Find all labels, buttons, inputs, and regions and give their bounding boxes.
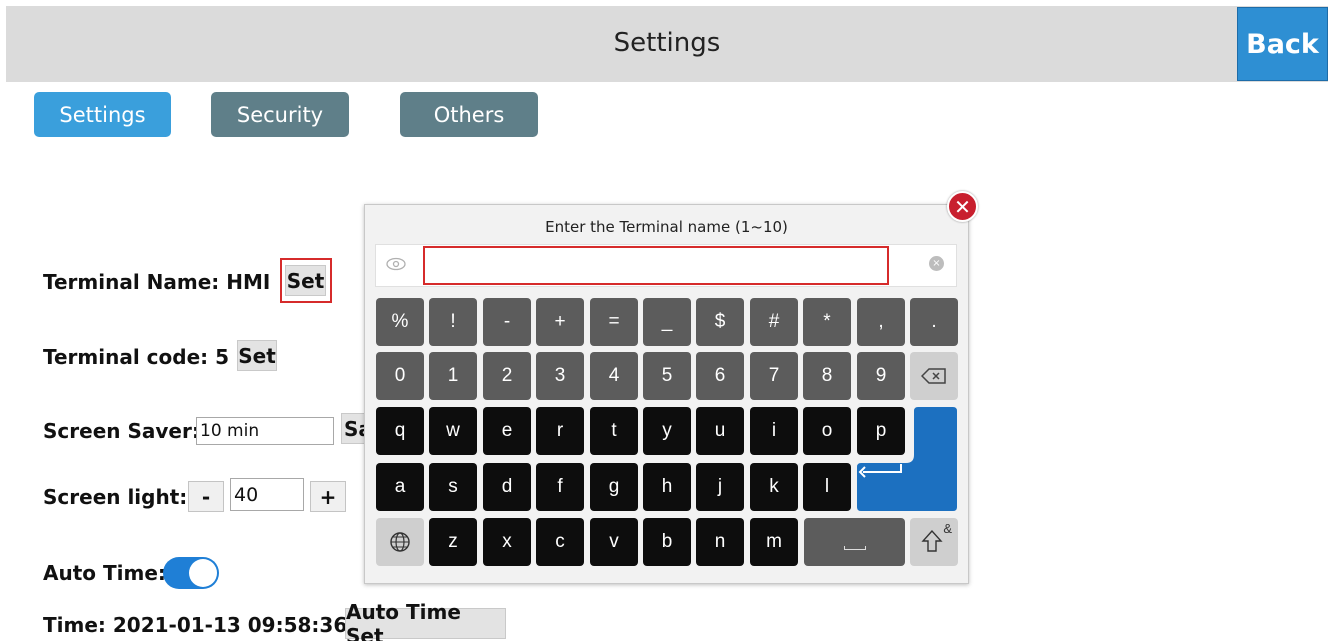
auto-time-toggle[interactable] (163, 557, 219, 589)
key[interactable]: a (376, 463, 424, 511)
space-icon (844, 546, 866, 550)
key[interactable]: w (429, 407, 477, 455)
terminal-code-label: Terminal code: 5 (43, 345, 230, 369)
key[interactable]: d (483, 463, 531, 511)
screen-saver-label: Screen Saver: (43, 419, 200, 443)
key[interactable]: z (429, 518, 477, 566)
key[interactable]: 6 (696, 352, 744, 400)
tab-others[interactable]: Others (400, 92, 538, 137)
key[interactable]: 9 (857, 352, 905, 400)
backspace-key[interactable] (910, 352, 958, 400)
key[interactable]: 7 (750, 352, 798, 400)
key[interactable]: t (590, 407, 638, 455)
clear-input-icon[interactable]: × (929, 256, 944, 271)
screen-light-increase-button[interactable]: + (310, 481, 346, 512)
key[interactable]: c (536, 518, 584, 566)
space-key[interactable] (804, 518, 905, 566)
close-icon[interactable]: ✕ (947, 191, 978, 222)
enter-icon (857, 463, 957, 511)
key[interactable]: + (536, 298, 584, 346)
back-button[interactable]: Back (1237, 7, 1328, 81)
key[interactable]: _ (643, 298, 691, 346)
settings-screen: Settings Back Settings Security Others T… (0, 0, 1333, 641)
key[interactable]: y (643, 407, 691, 455)
keyboard-prompt: Enter the Terminal name (1~10) (545, 218, 788, 236)
key[interactable]: q (376, 407, 424, 455)
time-label: Time: 2021-01-13 09:58:36 (43, 613, 348, 637)
key[interactable]: e (483, 407, 531, 455)
key[interactable]: % (376, 298, 424, 346)
key[interactable]: v (590, 518, 638, 566)
key[interactable]: j (696, 463, 744, 511)
key[interactable]: b (643, 518, 691, 566)
tab-security[interactable]: Security (211, 92, 349, 137)
key[interactable]: 0 (376, 352, 424, 400)
terminal-name-input[interactable] (423, 246, 889, 285)
auto-time-label: Auto Time: (43, 561, 166, 585)
shift-key[interactable]: & (910, 518, 958, 566)
tab-settings[interactable]: Settings (34, 92, 171, 137)
key[interactable]: 3 (536, 352, 584, 400)
key[interactable]: m (750, 518, 798, 566)
screen-saver-set-button[interactable]: Sa (341, 413, 365, 444)
screen-light-label: Screen light: (43, 485, 188, 509)
key[interactable]: - (483, 298, 531, 346)
key[interactable]: = (590, 298, 638, 346)
shift-symbol: & (943, 521, 952, 536)
toggle-knob (189, 559, 217, 587)
key[interactable]: $ (696, 298, 744, 346)
key[interactable]: f (536, 463, 584, 511)
key[interactable]: . (910, 298, 958, 346)
key[interactable]: ! (429, 298, 477, 346)
key[interactable]: , (857, 298, 905, 346)
key[interactable]: 2 (483, 352, 531, 400)
page-title: Settings (613, 28, 721, 58)
key[interactable]: o (803, 407, 851, 455)
key[interactable]: r (536, 407, 584, 455)
terminal-name-label: Terminal Name: HMI (43, 270, 271, 294)
screen-light-decrease-button[interactable]: - (188, 481, 224, 512)
key[interactable]: l (803, 463, 851, 511)
key[interactable]: 5 (643, 352, 691, 400)
key[interactable]: 8 (803, 352, 851, 400)
key[interactable]: n (696, 518, 744, 566)
key[interactable]: * (803, 298, 851, 346)
key[interactable]: g (590, 463, 638, 511)
screen-saver-input[interactable]: 10 min (196, 417, 334, 445)
auto-time-set-button[interactable]: Auto Time Set (345, 600, 506, 641)
terminal-name-set-button[interactable]: Set (285, 265, 326, 296)
backspace-icon (921, 368, 946, 384)
enter-key[interactable] (857, 407, 957, 511)
key[interactable]: h (643, 463, 691, 511)
terminal-code-set-button[interactable]: Set (237, 340, 277, 371)
key[interactable]: 1 (429, 352, 477, 400)
key[interactable]: s (429, 463, 477, 511)
key[interactable]: x (483, 518, 531, 566)
eye-icon[interactable] (386, 257, 406, 275)
language-key[interactable] (376, 518, 424, 566)
header-bar: Settings (6, 6, 1328, 82)
key[interactable]: 4 (590, 352, 638, 400)
screen-light-input[interactable]: 40 (230, 478, 304, 511)
key[interactable]: k (750, 463, 798, 511)
key[interactable]: i (750, 407, 798, 455)
key[interactable]: # (750, 298, 798, 346)
key[interactable]: u (696, 407, 744, 455)
globe-icon (390, 532, 410, 552)
